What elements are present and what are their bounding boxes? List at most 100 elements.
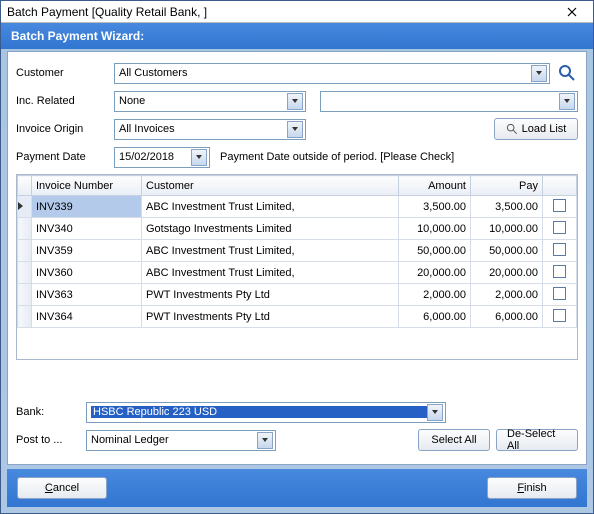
cell-pay: 20,000.00 [471, 262, 543, 284]
chevron-down-icon [191, 149, 207, 166]
post-to-value: Nominal Ledger [91, 434, 257, 446]
inc-related-dropdown[interactable]: None [114, 91, 306, 112]
cell-select[interactable] [543, 196, 577, 218]
payment-date-warning: Payment Date outside of period. [Please … [220, 151, 454, 163]
cell-invoice: INV339 [32, 196, 142, 218]
bottom-form: Bank: HSBC Republic 223 USD Post to ... … [16, 400, 578, 456]
inc-related-extra-dropdown[interactable] [320, 91, 578, 112]
chevron-down-icon [427, 404, 443, 421]
payment-date-label: Payment Date [16, 151, 114, 163]
table-row[interactable]: INV339ABC Investment Trust Limited,3,500… [18, 196, 577, 218]
invoice-origin-value: All Invoices [119, 123, 287, 135]
cell-amount: 3,500.00 [399, 196, 471, 218]
col-select[interactable] [543, 176, 577, 196]
row-indicator [18, 196, 32, 218]
chevron-down-icon [257, 432, 273, 449]
inc-related-label: Inc. Related [16, 95, 114, 107]
cell-customer: PWT Investments Pty Ltd [142, 284, 399, 306]
cancel-button[interactable]: Cancel [17, 477, 107, 499]
table-row[interactable]: INV364PWT Investments Pty Ltd6,000.006,0… [18, 306, 577, 328]
window-title: Batch Payment [Quality Retail Bank, ] [7, 5, 557, 19]
cell-customer: Gotstago Investments Limited [142, 218, 399, 240]
chevron-down-icon [287, 93, 303, 110]
bank-value: HSBC Republic 223 USD [91, 406, 427, 418]
search-icon [558, 64, 576, 82]
table-row[interactable]: INV340Gotstago Investments Limited10,000… [18, 218, 577, 240]
checkbox-icon[interactable] [553, 309, 566, 322]
cell-select[interactable] [543, 218, 577, 240]
cell-amount: 6,000.00 [399, 306, 471, 328]
finish-button[interactable]: Finish [487, 477, 577, 499]
payment-date-value: 15/02/2018 [119, 151, 174, 163]
cell-customer: ABC Investment Trust Limited, [142, 196, 399, 218]
cell-invoice: INV364 [32, 306, 142, 328]
customer-dropdown[interactable]: All Customers [114, 63, 550, 84]
cell-invoice: INV363 [32, 284, 142, 306]
chevron-down-icon [559, 93, 575, 110]
table-row[interactable]: INV363PWT Investments Pty Ltd2,000.002,0… [18, 284, 577, 306]
load-list-label: Load List [522, 123, 567, 135]
table-row[interactable]: INV359ABC Investment Trust Limited,50,00… [18, 240, 577, 262]
col-amount[interactable]: Amount [399, 176, 471, 196]
row-indicator-header [18, 176, 32, 196]
select-all-label: Select All [431, 434, 476, 446]
row-indicator [18, 306, 32, 328]
window-titlebar: Batch Payment [Quality Retail Bank, ] [1, 1, 593, 23]
cell-select[interactable] [543, 262, 577, 284]
checkbox-icon[interactable] [553, 199, 566, 212]
cell-invoice: INV340 [32, 218, 142, 240]
deselect-all-button[interactable]: De-Select All [496, 429, 578, 451]
post-to-dropdown[interactable]: Nominal Ledger [86, 430, 276, 451]
cell-select[interactable] [543, 306, 577, 328]
row-indicator [18, 218, 32, 240]
bank-label: Bank: [16, 406, 86, 418]
table-row[interactable]: INV360ABC Investment Trust Limited,20,00… [18, 262, 577, 284]
row-indicator [18, 240, 32, 262]
close-icon [567, 7, 577, 17]
wizard-heading: Batch Payment Wizard: [11, 29, 144, 43]
cell-customer: ABC Investment Trust Limited, [142, 262, 399, 284]
wizard-header: Batch Payment Wizard: [1, 23, 593, 49]
load-list-button[interactable]: Load List [494, 118, 578, 140]
window-close-button[interactable] [557, 3, 587, 21]
invoice-grid: Invoice Number Customer Amount Pay INV33… [16, 174, 578, 360]
checkbox-icon[interactable] [553, 221, 566, 234]
checkbox-icon[interactable] [553, 287, 566, 300]
cell-customer: ABC Investment Trust Limited, [142, 240, 399, 262]
payment-date-input[interactable]: 15/02/2018 [114, 147, 210, 168]
cell-select[interactable] [543, 240, 577, 262]
cell-pay: 2,000.00 [471, 284, 543, 306]
grid-header-row: Invoice Number Customer Amount Pay [18, 176, 577, 196]
cell-amount: 50,000.00 [399, 240, 471, 262]
cell-select[interactable] [543, 284, 577, 306]
bank-dropdown[interactable]: HSBC Republic 223 USD [86, 402, 446, 423]
cell-pay: 10,000.00 [471, 218, 543, 240]
cell-invoice: INV359 [32, 240, 142, 262]
invoice-origin-dropdown[interactable]: All Invoices [114, 119, 306, 140]
cell-pay: 50,000.00 [471, 240, 543, 262]
cell-amount: 20,000.00 [399, 262, 471, 284]
select-all-button[interactable]: Select All [418, 429, 490, 451]
col-invoice-number[interactable]: Invoice Number [32, 176, 142, 196]
checkbox-icon[interactable] [553, 265, 566, 278]
cell-pay: 6,000.00 [471, 306, 543, 328]
checkbox-icon[interactable] [553, 243, 566, 256]
inc-related-value: None [119, 95, 287, 107]
deselect-all-label: De-Select All [507, 428, 567, 452]
col-pay[interactable]: Pay [471, 176, 543, 196]
cell-pay: 3,500.00 [471, 196, 543, 218]
chevron-down-icon [531, 65, 547, 82]
cell-customer: PWT Investments Pty Ltd [142, 306, 399, 328]
content-panel: Customer All Customers Inc. Related None… [7, 51, 587, 465]
row-indicator [18, 284, 32, 306]
wizard-footer: Cancel Finish [7, 469, 587, 507]
col-customer[interactable]: Customer [142, 176, 399, 196]
cell-invoice: INV360 [32, 262, 142, 284]
row-indicator [18, 262, 32, 284]
customer-search-button[interactable] [556, 62, 578, 84]
cell-amount: 2,000.00 [399, 284, 471, 306]
customer-value: All Customers [119, 67, 531, 79]
customer-label: Customer [16, 67, 114, 79]
cell-amount: 10,000.00 [399, 218, 471, 240]
invoice-origin-label: Invoice Origin [16, 123, 114, 135]
